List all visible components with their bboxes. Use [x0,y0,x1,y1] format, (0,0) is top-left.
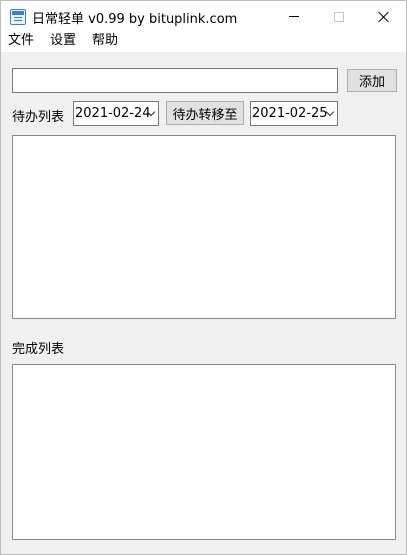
minimize-button[interactable] [271,1,317,32]
menu-help[interactable]: 帮助 [85,32,123,52]
add-button[interactable]: 添加 [347,69,397,92]
to-date-value: 2021-02-25 [252,106,328,121]
menu-bar: 文件 设置 帮助 [1,32,406,52]
from-date-value: 2021-02-24 [75,106,151,121]
task-input[interactable] [12,68,338,93]
todo-listbox[interactable] [12,135,396,319]
done-list-label: 完成列表 [12,342,65,357]
done-listbox[interactable] [12,364,396,540]
window-title: 日常轻单 v0.99 by bituplink.com [32,12,238,27]
minimize-icon [289,16,299,17]
todo-list-label: 待办列表 [12,110,65,125]
close-icon [378,11,390,23]
maximize-icon [334,11,344,22]
app-window: 日常轻单 v0.99 by bituplink.com 文件 设置 帮助 添加 … [0,0,407,555]
app-list-icon [10,9,26,25]
close-button[interactable] [361,1,407,32]
title-bar[interactable]: 日常轻单 v0.99 by bituplink.com [1,1,406,32]
to-date-picker[interactable]: 2021-02-25 [250,101,338,126]
menu-settings[interactable]: 设置 [43,32,81,52]
from-date-picker[interactable]: 2021-02-24 [73,101,159,126]
move-todo-button[interactable]: 待办转移至 [166,101,244,125]
maximize-button [316,1,362,32]
menu-file[interactable]: 文件 [1,32,39,52]
